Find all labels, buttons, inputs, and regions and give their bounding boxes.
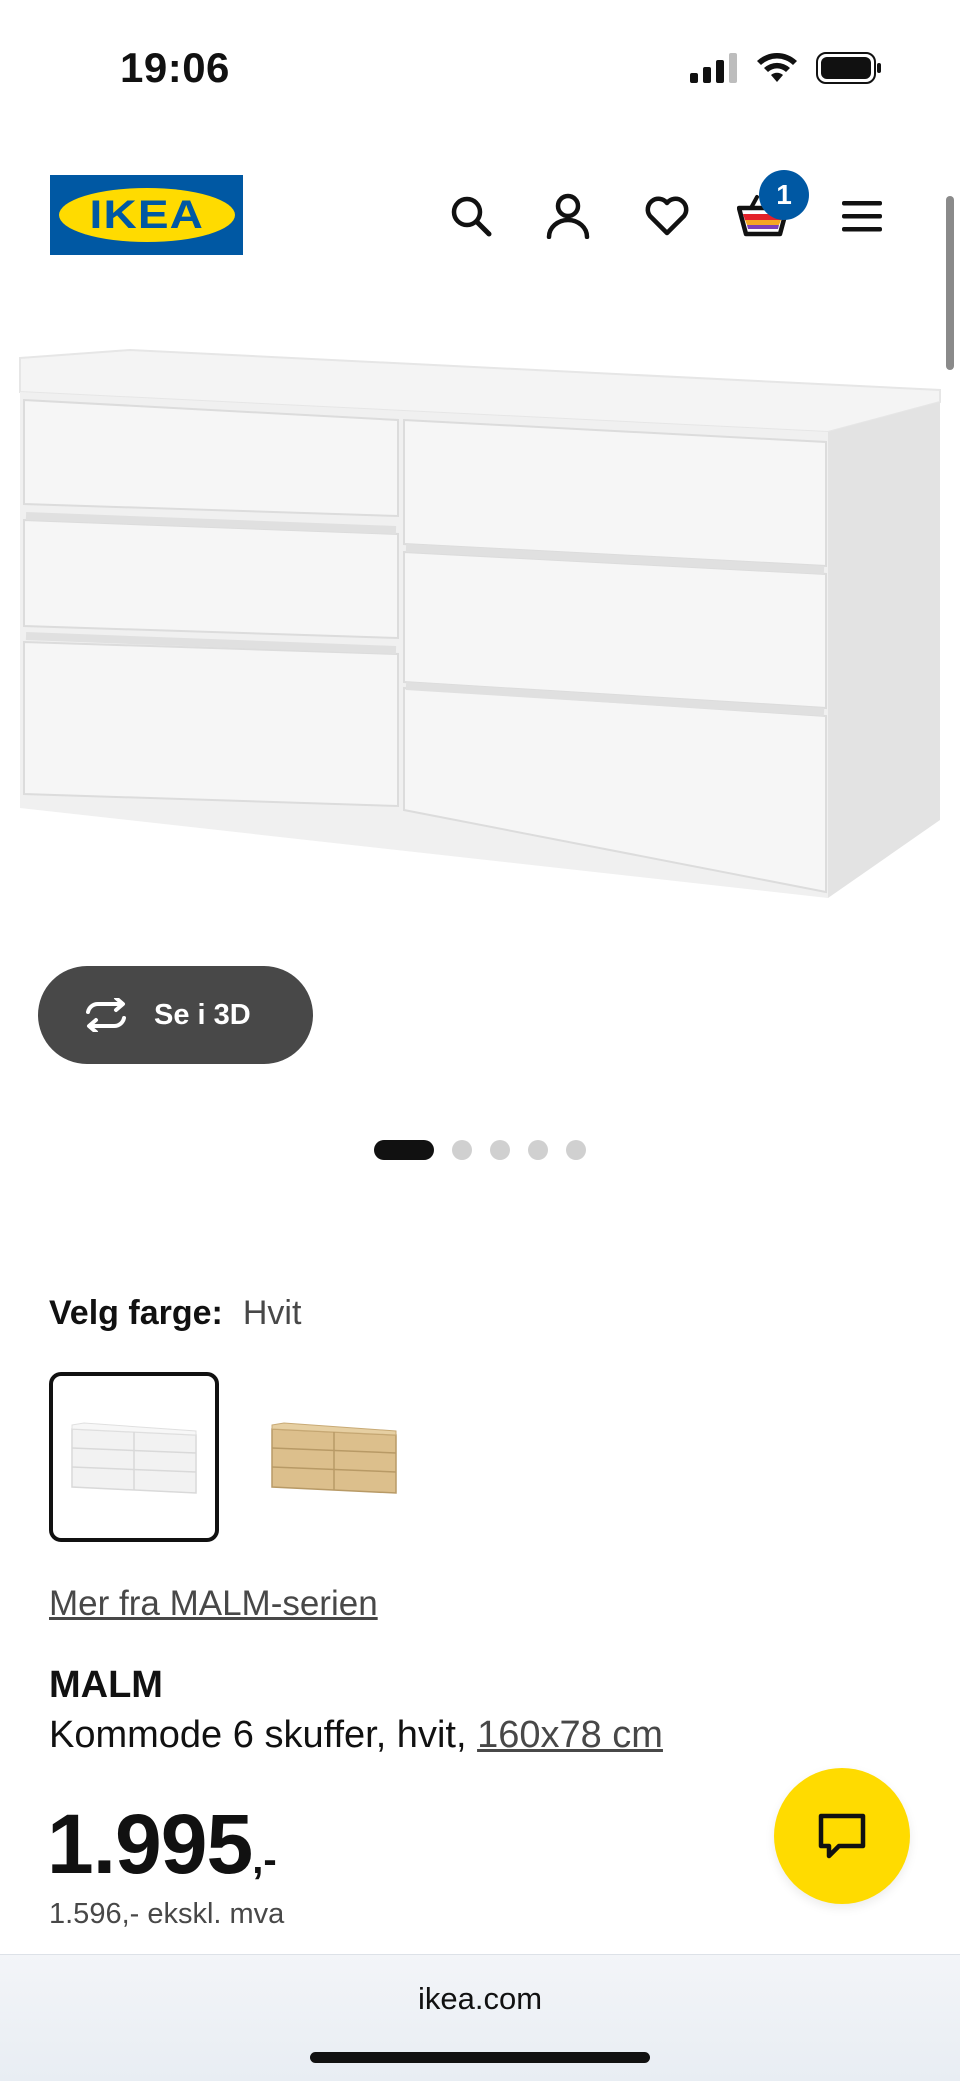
view-in-3d-label: Se i 3D — [154, 998, 251, 1031]
price-amount: 1.995 — [47, 1797, 253, 1891]
home-indicator[interactable] — [310, 2052, 650, 2063]
site-header: IKEA 1 — [0, 160, 960, 270]
chat-button[interactable] — [774, 1768, 910, 1904]
white-dresser-thumbnail — [71, 1422, 197, 1494]
gallery-dot[interactable] — [528, 1140, 548, 1160]
cart-count-badge: 1 — [759, 170, 809, 220]
oak-dresser-thumbnail — [271, 1422, 397, 1494]
product-description: Kommode 6 skuffer, hvit, 160x78 cm — [49, 1714, 663, 1757]
price-excluding-vat: 1.596,- ekskl. mva — [49, 1898, 285, 1930]
search-icon — [451, 196, 492, 237]
search-button[interactable] — [443, 188, 499, 244]
status-icons — [690, 52, 882, 84]
view-in-3d-button[interactable]: Se i 3D — [38, 966, 313, 1064]
dresser-image — [19, 348, 941, 898]
menu-icon — [842, 201, 882, 232]
gallery-dot[interactable] — [566, 1140, 586, 1160]
browser-address-bar: ikea.com — [0, 1954, 960, 2081]
account-button[interactable] — [540, 188, 596, 244]
rotate-3d-icon — [86, 998, 126, 1032]
product-name: MALM — [49, 1664, 163, 1706]
wifi-icon — [757, 53, 797, 82]
battery-icon — [816, 52, 881, 84]
account-icon — [546, 193, 590, 239]
menu-button[interactable] — [834, 188, 890, 244]
url-text[interactable]: ikea.com — [0, 1981, 960, 2017]
product-description-text: Kommode 6 skuffer, hvit, — [49, 1714, 478, 1756]
ikea-logo[interactable]: IKEA — [50, 175, 243, 255]
status-time: 19:06 — [120, 44, 230, 91]
status-bar: 19:06 — [0, 0, 960, 140]
swatch-white[interactable] — [49, 1372, 219, 1542]
gallery-dot[interactable] — [452, 1140, 472, 1160]
favourites-button[interactable] — [639, 188, 695, 244]
product-image[interactable] — [0, 320, 960, 960]
logo-oval: IKEA — [58, 188, 235, 242]
color-selector-heading: Velg farge: Hvit — [49, 1294, 301, 1333]
color-label: Velg farge: — [49, 1294, 223, 1332]
selected-color: Hvit — [242, 1294, 302, 1332]
product-price: 1.995 ,- — [47, 1796, 277, 1893]
product-dimensions-link[interactable]: 160x78 cm — [477, 1714, 663, 1756]
swatch-oak[interactable] — [249, 1372, 419, 1542]
logo-text: IKEA — [89, 192, 204, 237]
gallery-dot[interactable] — [374, 1140, 434, 1160]
chat-icon — [818, 1813, 866, 1859]
gallery-pagination — [0, 1140, 960, 1160]
series-link[interactable]: Mer fra MALM-serien — [49, 1584, 378, 1624]
signal-icon — [690, 53, 737, 83]
gallery-dot[interactable] — [490, 1140, 510, 1160]
color-swatches — [49, 1372, 419, 1542]
cart-button[interactable]: 1 — [735, 170, 809, 244]
heart-icon — [645, 196, 689, 236]
price-suffix: ,- — [252, 1838, 277, 1882]
